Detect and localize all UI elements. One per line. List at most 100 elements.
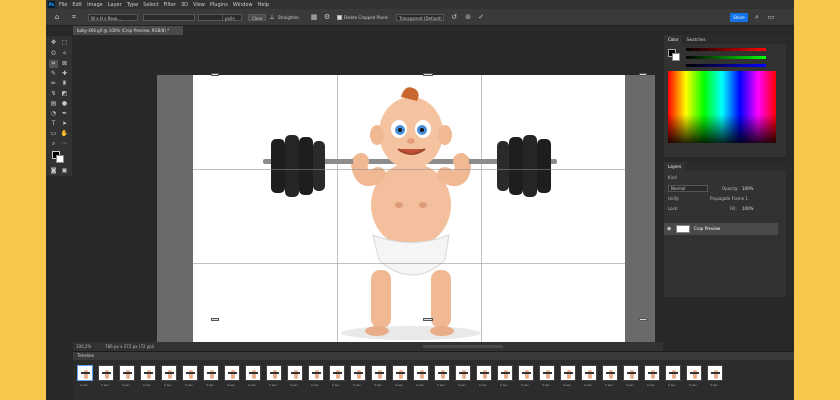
healing-tool-icon[interactable]: ✚: [60, 70, 69, 78]
frame-tool-icon[interactable]: ⊠: [60, 60, 69, 68]
vertical-scrollbar[interactable]: [787, 35, 794, 297]
menu-image[interactable]: Image: [87, 2, 103, 8]
timeline-frame[interactable]: 0 sec: [77, 365, 93, 387]
timeline-frame[interactable]: 0 sec: [203, 365, 219, 387]
timeline-frame[interactable]: 0 sec: [707, 365, 723, 387]
frame-delay[interactable]: 0 sec: [290, 383, 298, 387]
fill-value[interactable]: 100%: [742, 206, 753, 211]
timeline-frame[interactable]: 0 sec: [182, 365, 198, 387]
frame-delay[interactable]: 0 sec: [416, 383, 424, 387]
menu-select[interactable]: Select: [143, 2, 158, 8]
resolution-unit-select[interactable]: px/in: [222, 14, 242, 21]
frame-delay[interactable]: 0 sec: [185, 383, 193, 387]
frame-delay[interactable]: 0 sec: [80, 383, 88, 387]
home-icon[interactable]: ⌂: [53, 13, 61, 21]
path-selection-tool-icon[interactable]: ➤: [60, 120, 69, 128]
timeline-frame[interactable]: 0 sec: [686, 365, 702, 387]
share-button[interactable]: Share: [730, 13, 748, 22]
quick-mask-icon[interactable]: ◙: [49, 167, 58, 175]
layer-name[interactable]: Crop Preview: [694, 226, 720, 231]
timeline-frame[interactable]: 0 sec: [329, 365, 345, 387]
timeline-frame[interactable]: 0 sec: [98, 365, 114, 387]
horizontal-scrollbar[interactable]: [423, 345, 503, 348]
color-background-swatch[interactable]: [672, 53, 680, 61]
shape-tool-icon[interactable]: ▭: [49, 130, 58, 138]
timeline-frame[interactable]: 0 sec: [644, 365, 660, 387]
frame-delay[interactable]: 0 sec: [101, 383, 109, 387]
menu-edit[interactable]: Edit: [72, 2, 82, 8]
menu-view[interactable]: View: [193, 2, 205, 8]
menu-layer[interactable]: Layer: [108, 2, 122, 8]
fill-select[interactable]: Transparent (Default): [396, 14, 444, 21]
blur-tool-icon[interactable]: ●: [60, 100, 69, 108]
menu-plugins[interactable]: Plugins: [210, 2, 228, 8]
frame-delay[interactable]: 0 sec: [122, 383, 130, 387]
blend-mode-select[interactable]: Normal: [668, 185, 708, 192]
timeline-frame[interactable]: 0 sec: [623, 365, 639, 387]
frame-delay[interactable]: 0 sec: [206, 383, 214, 387]
frame-delay[interactable]: 0 sec: [332, 383, 340, 387]
menu-filter[interactable]: Filter: [164, 2, 176, 8]
frame-delay[interactable]: 0 sec: [311, 383, 319, 387]
search-icon[interactable]: ⌕: [753, 13, 761, 21]
crop-icon[interactable]: ⌗: [70, 13, 78, 21]
menu-file[interactable]: File: [59, 2, 67, 8]
frame-delay[interactable]: 0 sec: [710, 383, 718, 387]
tab-swatches[interactable]: Swatches: [682, 35, 709, 44]
menu-type[interactable]: Type: [127, 2, 138, 8]
green-slider[interactable]: [686, 56, 766, 59]
timeline-frame[interactable]: 0 sec: [581, 365, 597, 387]
timeline-frame[interactable]: 0 sec: [308, 365, 324, 387]
width-field[interactable]: [143, 14, 195, 21]
marquee-tool-icon[interactable]: ⬚: [60, 39, 69, 47]
crop-handle-top-right[interactable]: [639, 73, 647, 76]
move-tool-icon[interactable]: ✥: [49, 39, 58, 47]
timeline-frame[interactable]: 0 sec: [287, 365, 303, 387]
hand-tool-icon[interactable]: ✋: [60, 130, 69, 138]
frame-delay[interactable]: 0 sec: [626, 383, 634, 387]
frame-delay[interactable]: 0 sec: [584, 383, 592, 387]
crop-handle-top[interactable]: [423, 73, 433, 76]
timeline-frame[interactable]: 0 sec: [434, 365, 450, 387]
frame-delay[interactable]: 0 sec: [500, 383, 508, 387]
frame-delay[interactable]: 0 sec: [269, 383, 277, 387]
frame-delay[interactable]: 0 sec: [227, 383, 235, 387]
type-tool-icon[interactable]: T: [49, 120, 58, 128]
pen-tool-icon[interactable]: ✒: [60, 110, 69, 118]
frame-delay[interactable]: 0 sec: [395, 383, 403, 387]
menu-3d[interactable]: 3D: [181, 2, 188, 8]
frame-delay[interactable]: 0 sec: [563, 383, 571, 387]
color-spectrum[interactable]: [668, 71, 776, 143]
straighten-icon[interactable]: ⟂: [268, 13, 276, 21]
frame-delay[interactable]: 0 sec: [458, 383, 466, 387]
straighten-label[interactable]: Straighten: [278, 14, 299, 21]
frame-delay[interactable]: 0 sec: [164, 383, 172, 387]
frame-delay[interactable]: 0 sec: [605, 383, 613, 387]
layer-row[interactable]: ◉ Crop Preview: [664, 223, 778, 235]
frame-delay[interactable]: 0 sec: [668, 383, 676, 387]
timeline-frame[interactable]: 0 sec: [518, 365, 534, 387]
frame-delay[interactable]: 0 sec: [374, 383, 382, 387]
eraser-tool-icon[interactable]: ◩: [60, 90, 69, 98]
timeline-frame[interactable]: 0 sec: [539, 365, 555, 387]
background-color-swatch[interactable]: [56, 155, 64, 163]
tab-color[interactable]: Color: [664, 35, 683, 44]
clear-button[interactable]: Clear: [248, 14, 267, 21]
opacity-value[interactable]: 100%: [742, 186, 753, 191]
timeline-frame[interactable]: 0 sec: [224, 365, 240, 387]
timeline-frame[interactable]: 0 sec: [455, 365, 471, 387]
history-brush-tool-icon[interactable]: ↯: [49, 90, 58, 98]
timeline-frame[interactable]: 0 sec: [245, 365, 261, 387]
delete-cropped-checkbox[interactable]: [337, 15, 342, 20]
timeline-frame[interactable]: 0 sec: [413, 365, 429, 387]
workspace-icon[interactable]: ▭: [767, 13, 775, 21]
cancel-icon[interactable]: ⊘: [464, 13, 472, 21]
timeline-frame[interactable]: 0 sec: [476, 365, 492, 387]
frame-delay[interactable]: 0 sec: [248, 383, 256, 387]
reset-icon[interactable]: ↺: [450, 13, 458, 21]
crop-handle-bottom-left[interactable]: [211, 318, 219, 321]
frame-delay[interactable]: 0 sec: [521, 383, 529, 387]
zoom-tool-icon[interactable]: ⌕: [49, 140, 58, 148]
kind-filter[interactable]: Kind: [668, 175, 677, 180]
stamp-tool-icon[interactable]: ♜: [60, 80, 69, 88]
